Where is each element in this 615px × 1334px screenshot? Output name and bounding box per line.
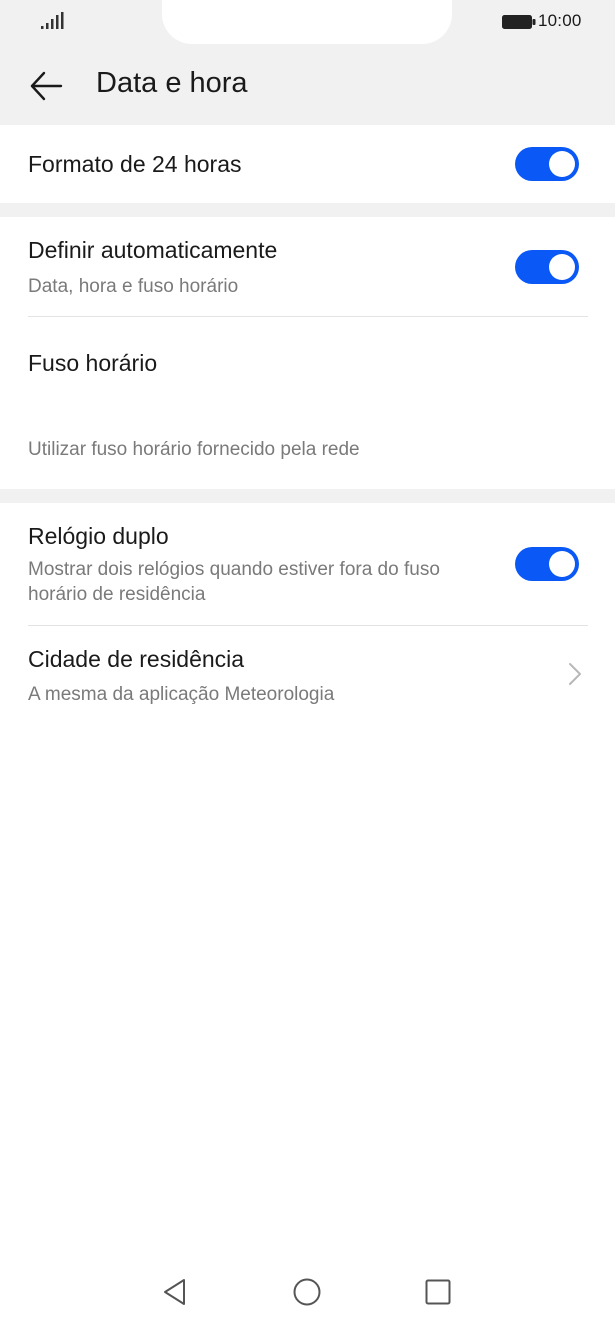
setting-dual-clock-label: Relógio duplo bbox=[28, 523, 169, 549]
toggle-knob bbox=[549, 151, 575, 177]
camera-notch bbox=[162, 0, 452, 44]
setting-home-city-label: Cidade de residência bbox=[28, 646, 245, 672]
status-bar: 10:00 bbox=[0, 0, 615, 48]
recents-square-icon[interactable] bbox=[422, 1276, 454, 1308]
page-title: Data e hora bbox=[96, 67, 248, 99]
setting-home-city-subtitle: A mesma da aplicação Meteorologia bbox=[28, 684, 335, 705]
battery-icon bbox=[502, 15, 536, 29]
setting-timezone: Fuso horário Utilizar fuso horário forne… bbox=[0, 317, 615, 489]
system-nav-bar bbox=[0, 1262, 615, 1334]
toggle-auto-set[interactable] bbox=[515, 250, 579, 284]
home-circle-icon[interactable] bbox=[291, 1276, 323, 1308]
setting-24h-format[interactable]: Formato de 24 horas bbox=[0, 125, 615, 203]
signal-icon bbox=[41, 12, 64, 29]
setting-dual-clock-subtitle: Mostrar dois relógios quando estiver for… bbox=[28, 559, 440, 605]
setting-timezone-subtitle: Utilizar fuso horário fornecido pela red… bbox=[28, 439, 360, 460]
setting-dual-clock[interactable]: Relógio duplo Mostrar dois relógios quan… bbox=[0, 503, 615, 625]
app-header: Data e hora bbox=[0, 48, 615, 125]
setting-auto-set[interactable]: Definir automaticamente Data, hora e fus… bbox=[0, 217, 615, 316]
toggle-dual-clock[interactable] bbox=[515, 547, 579, 581]
section-divider bbox=[0, 203, 615, 217]
back-triangle-icon[interactable] bbox=[160, 1276, 192, 1308]
status-time: 10:00 bbox=[538, 11, 582, 30]
setting-home-city[interactable]: Cidade de residência A mesma da aplicaçã… bbox=[0, 626, 615, 726]
chevron-right-icon bbox=[569, 663, 581, 685]
setting-auto-set-subtitle: Data, hora e fuso horário bbox=[28, 276, 239, 297]
toggle-24h-format[interactable] bbox=[515, 147, 579, 181]
setting-timezone-label: Fuso horário bbox=[28, 350, 158, 376]
setting-auto-set-label: Definir automaticamente bbox=[28, 237, 278, 263]
toggle-knob bbox=[549, 551, 575, 577]
section-divider bbox=[0, 489, 615, 503]
toggle-knob bbox=[549, 254, 575, 280]
arrow-left-icon[interactable] bbox=[28, 68, 64, 104]
setting-24h-format-label: Formato de 24 horas bbox=[28, 151, 242, 177]
